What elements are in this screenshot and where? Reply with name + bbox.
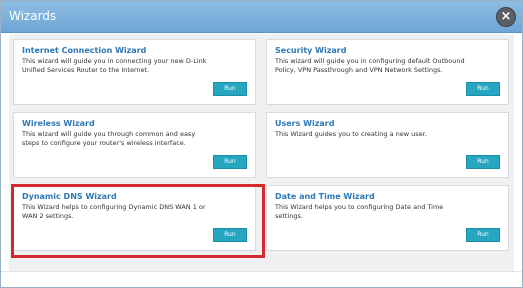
close-icon: ×: [500, 9, 512, 24]
wizard-title: Date and Time Wizard: [275, 192, 375, 201]
wizard-description: This Wizard guides you to creating a new…: [275, 130, 427, 138]
wizard-title: Users Wizard: [275, 119, 335, 128]
wizard-description: This wizard will guide you in connecting…: [22, 57, 207, 74]
run-users-wizard-button[interactable]: Run: [466, 155, 500, 169]
wizard-card-wireless: Wireless Wizard This wizard will guide y…: [13, 112, 256, 178]
wizard-description: This wizard will guide you through commo…: [22, 130, 196, 147]
run-internet-connection-wizard-button[interactable]: Run: [213, 82, 247, 96]
wizards-window: Wizards × Internet Connection Wizard Thi…: [0, 0, 523, 288]
run-wireless-wizard-button[interactable]: Run: [213, 155, 247, 169]
wizard-description: This wizard will guide you in configurin…: [275, 57, 465, 74]
window-title: Wizards: [9, 9, 57, 23]
close-button[interactable]: ×: [496, 7, 516, 27]
run-date-time-wizard-button[interactable]: Run: [466, 228, 500, 242]
wizard-card-users: Users Wizard This Wizard guides you to c…: [266, 112, 509, 178]
wizard-description: This Wizard helps to configuring Dynamic…: [22, 203, 206, 220]
run-security-wizard-button[interactable]: Run: [466, 82, 500, 96]
wizard-title: Internet Connection Wizard: [22, 46, 147, 55]
wizard-list: Internet Connection Wizard This wizard w…: [9, 34, 514, 271]
wizard-card-security: Security Wizard This wizard will guide y…: [266, 39, 509, 105]
wizard-title: Security Wizard: [275, 46, 347, 55]
wizard-card-internet-connection: Internet Connection Wizard This wizard w…: [13, 39, 256, 105]
wizard-card-dynamic-dns: Dynamic DNS Wizard This Wizard helps to …: [13, 185, 256, 251]
wizard-title: Wireless Wizard: [22, 119, 95, 128]
run-dynamic-dns-wizard-button[interactable]: Run: [213, 228, 247, 242]
wizard-card-date-time: Date and Time Wizard This Wizard helps y…: [266, 185, 509, 251]
wizard-description: This Wizard helps you to configuring Dat…: [275, 203, 444, 220]
title-bar: Wizards ×: [1, 1, 522, 33]
divider: [1, 271, 522, 272]
wizard-title: Dynamic DNS Wizard: [22, 192, 117, 201]
